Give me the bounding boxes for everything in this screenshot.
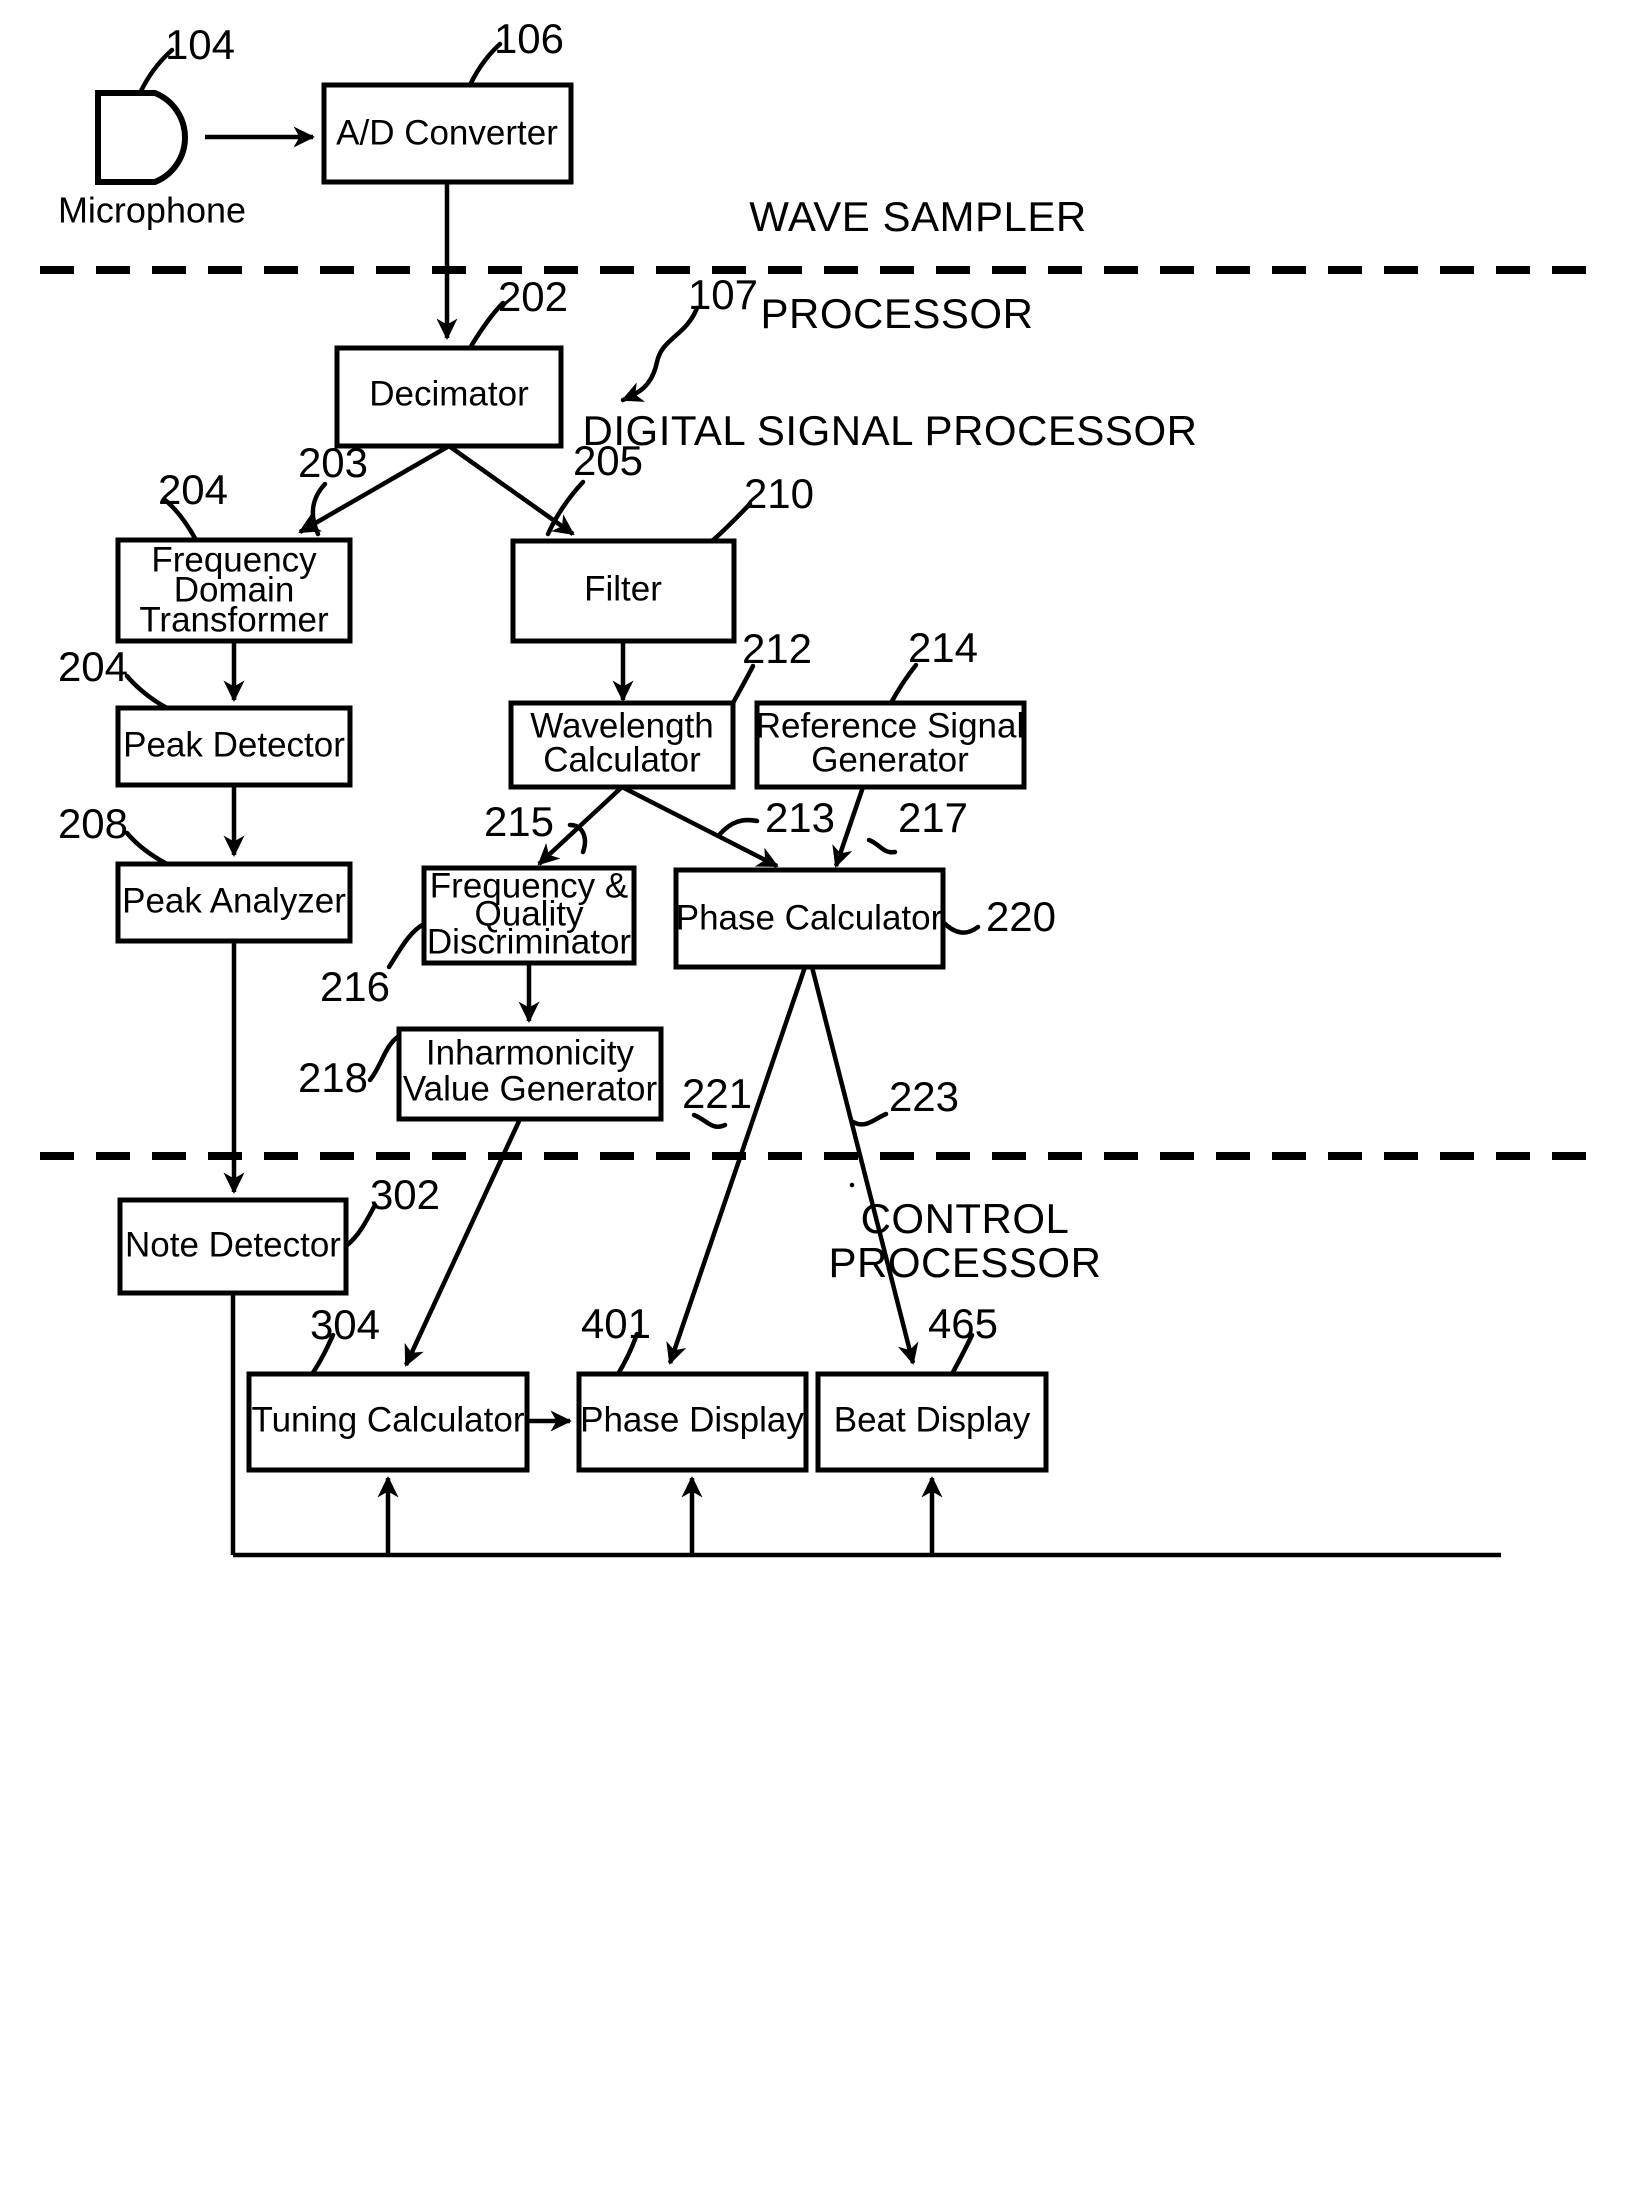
phase-display-label: Phase Display — [580, 1400, 804, 1439]
leader-203 — [310, 481, 328, 537]
leader-218 — [367, 1033, 402, 1083]
microphone-label: Microphone — [58, 189, 246, 230]
fqd-label-line3: Discriminator — [427, 922, 632, 961]
ref-num-465: 465 — [928, 1300, 998, 1347]
leader-208 — [124, 830, 170, 867]
wire-refsig-to-phase-calculator — [832, 786, 866, 868]
wire-phase-calculator-to-beat-display — [809, 966, 919, 1365]
leader-107 — [620, 305, 700, 403]
beat-display-label: Beat Display — [834, 1400, 1031, 1439]
ref-num-217: 217 — [898, 794, 968, 841]
leader-220 — [940, 919, 981, 935]
section-label-wave-sampler: WAVE SAMPLER — [749, 193, 1086, 240]
ref-num-215: 215 — [484, 798, 554, 845]
peak-detector-label: Peak Detector — [123, 725, 345, 764]
leader-217 — [866, 837, 898, 855]
ref-num-203: 203 — [298, 439, 368, 486]
patent-figure-page: Microphone 104 A/D Converter 106 WAVE SA… — [0, 0, 1639, 2212]
wavelength-label-line2: Calculator — [543, 740, 701, 779]
section-label-control-processor-line2: PROCESSOR — [829, 1239, 1102, 1286]
section-label-processor: PROCESSOR — [761, 290, 1034, 337]
section-label-digital-signal-processor: DIGITAL SIGNAL PROCESSOR — [583, 407, 1198, 454]
ref-num-212: 212 — [742, 625, 812, 672]
leader-213 — [717, 817, 760, 837]
leader-215 — [567, 822, 588, 855]
ref-num-223: 223 — [889, 1073, 959, 1120]
ref-num-302: 302 — [370, 1171, 440, 1218]
ref-num-218: 218 — [298, 1054, 368, 1101]
leader-204-bottom — [124, 673, 170, 711]
ref-num-213: 213 — [765, 794, 835, 841]
ref-num-107: 107 — [688, 271, 758, 318]
ref-num-106: 106 — [494, 15, 564, 62]
ref-num-216: 216 — [320, 963, 390, 1010]
ref-num-210: 210 — [744, 470, 814, 517]
wire-phase-calculator-to-phase-display — [666, 966, 808, 1365]
ref-num-220: 220 — [986, 893, 1056, 940]
ref-num-202: 202 — [498, 273, 568, 320]
ref-num-208: 208 — [58, 800, 128, 847]
ad-converter-label: A/D Converter — [336, 113, 558, 152]
ref-num-204-top: 204 — [158, 466, 228, 513]
leader-216 — [386, 921, 427, 970]
microphone-shape — [95, 90, 189, 185]
filter-label: Filter — [584, 569, 662, 608]
fdt-label-line3: Transformer — [139, 600, 329, 639]
tuning-calculator-label: Tuning Calculator — [251, 1400, 524, 1439]
ref-num-205: 205 — [573, 437, 643, 484]
ref-num-204-bottom: 204 — [58, 643, 128, 690]
wire-wavelength-to-phase-calculator — [620, 784, 779, 869]
ref-num-104: 104 — [165, 21, 235, 68]
ref-num-221: 221 — [682, 1070, 752, 1117]
peak-analyzer-label: Peak Analyzer — [122, 881, 346, 920]
phase-calculator-label: Phase Calculator — [676, 898, 943, 937]
inharm-label-line2: Value Generator — [403, 1069, 658, 1108]
decimator-label: Decimator — [369, 374, 529, 413]
note-detector-label: Note Detector — [125, 1225, 341, 1264]
refsig-label-line2: Generator — [811, 740, 969, 779]
ref-num-304: 304 — [310, 1301, 380, 1348]
ref-num-214: 214 — [908, 624, 978, 671]
ref-num-401: 401 — [581, 1300, 651, 1347]
block-diagram-canvas: Microphone 104 A/D Converter 106 WAVE SA… — [40, 15, 1600, 1558]
inharm-label-line1: Inharmonicity — [426, 1033, 635, 1072]
leader-223 — [850, 1111, 889, 1127]
section-label-control-processor-line1: CONTROL — [861, 1195, 1070, 1242]
